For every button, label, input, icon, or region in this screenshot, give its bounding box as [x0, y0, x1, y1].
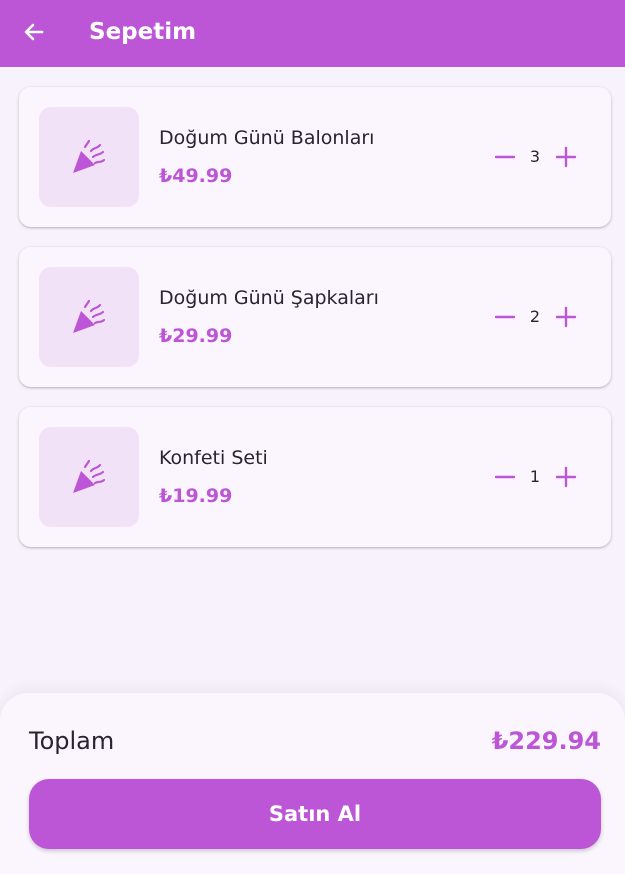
item-name: Doğum Günü Şapkaları [159, 287, 379, 309]
total-value: ₺229.94 [491, 727, 601, 755]
decrease-quantity-button[interactable] [491, 143, 519, 171]
arrow-back-icon [24, 23, 44, 41]
cart-item-card: Doğum Günü Balonları ₺49.99 3 [19, 87, 611, 227]
plus-icon [555, 146, 577, 168]
decrease-quantity-button[interactable] [491, 303, 519, 331]
minus-icon [494, 155, 516, 159]
item-price: ₺29.99 [159, 325, 233, 347]
plus-icon [555, 306, 577, 328]
party-popper-icon [73, 139, 106, 173]
page-title: Sepetim [89, 19, 197, 45]
app-bar: Sepetim [0, 0, 625, 67]
plus-icon [555, 466, 577, 488]
cart-item-card: Konfeti Seti ₺19.99 1 [19, 407, 611, 547]
total-label: Toplam [29, 727, 115, 755]
minus-icon [494, 475, 516, 479]
product-thumbnail [39, 427, 139, 527]
item-price: ₺19.99 [159, 485, 233, 507]
increase-quantity-button[interactable] [552, 143, 580, 171]
checkout-button[interactable]: Satın Al [29, 779, 601, 849]
quantity-value: 3 [529, 147, 541, 166]
cart-item-card: Doğum Günü Şapkaları ₺29.99 2 [19, 247, 611, 387]
quantity-value: 1 [529, 467, 541, 486]
product-thumbnail [39, 107, 139, 207]
increase-quantity-button[interactable] [552, 463, 580, 491]
party-popper-icon [73, 459, 106, 493]
increase-quantity-button[interactable] [552, 303, 580, 331]
decrease-quantity-button[interactable] [491, 463, 519, 491]
minus-icon [494, 315, 516, 319]
back-button[interactable] [18, 16, 50, 48]
item-name: Doğum Günü Balonları [159, 127, 375, 149]
quantity-value: 2 [529, 307, 541, 326]
checkout-panel: Toplam ₺229.94 Satın Al [0, 693, 625, 874]
item-name: Konfeti Seti [159, 447, 268, 469]
item-price: ₺49.99 [159, 165, 233, 187]
party-popper-icon [73, 299, 106, 333]
product-thumbnail [39, 267, 139, 367]
